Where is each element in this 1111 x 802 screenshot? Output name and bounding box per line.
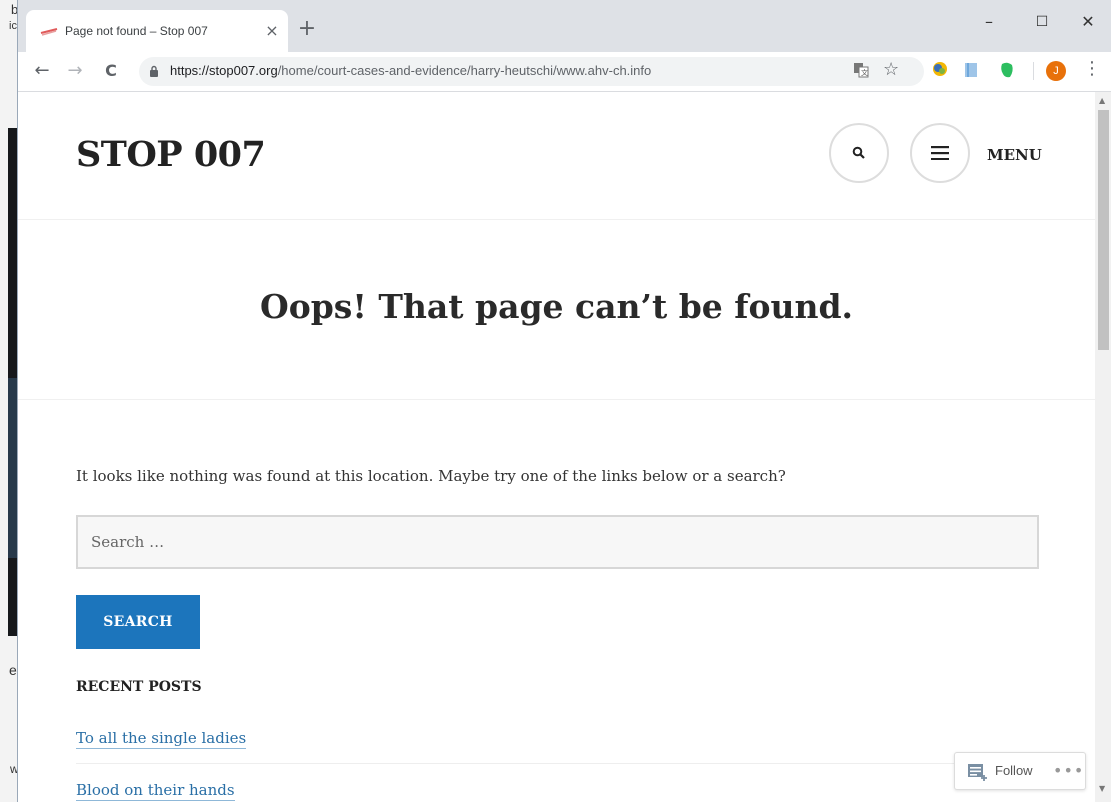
browser-toolbar: ← → C https://stop007.org/home/court-cas… bbox=[18, 52, 1111, 92]
minimize-button[interactable]: – bbox=[966, 8, 1012, 36]
desktop-window-edge bbox=[8, 128, 17, 636]
more-options-icon[interactable]: ••• bbox=[1053, 761, 1084, 780]
desktop-text: w bbox=[10, 762, 17, 776]
svg-text:文: 文 bbox=[861, 68, 868, 77]
not-found-notice: It looks like nothing was found at this … bbox=[76, 467, 786, 485]
page-scrollbar[interactable]: ▲ ▼ bbox=[1095, 92, 1111, 802]
search-button[interactable]: SEARCH bbox=[76, 595, 200, 649]
tab-strip: Page not found – Stop 007 × + – ☐ ✕ bbox=[18, 0, 1111, 52]
favicon-icon bbox=[40, 28, 58, 36]
follow-reader-icon bbox=[968, 764, 987, 781]
desktop-text: e bbox=[9, 662, 17, 678]
forward-button[interactable]: → bbox=[62, 58, 88, 84]
page-viewport: STOP 007 MENU Oops! That page can’t be f… bbox=[18, 92, 1095, 802]
browser-menu-icon[interactable]: ⋮ bbox=[1083, 58, 1101, 79]
extension-reader-icon[interactable] bbox=[964, 62, 978, 78]
maximize-button[interactable]: ☐ bbox=[1019, 8, 1065, 36]
url-host: https://stop007.org bbox=[170, 63, 278, 78]
follow-label: Follow bbox=[995, 763, 1033, 778]
reload-button[interactable]: C bbox=[98, 58, 124, 84]
translate-icon[interactable]: 文 bbox=[853, 62, 869, 78]
address-bar[interactable]: https://stop007.org/home/court-cases-and… bbox=[139, 57, 924, 86]
back-button[interactable]: ← bbox=[29, 58, 55, 84]
scroll-down-icon[interactable]: ▼ bbox=[1099, 784, 1105, 793]
tab-close-icon[interactable]: × bbox=[263, 21, 281, 40]
recent-post-link[interactable]: To all the single ladies bbox=[76, 729, 247, 749]
scrollbar-thumb[interactable] bbox=[1098, 110, 1109, 350]
browser-window: Page not found – Stop 007 × + – ☐ ✕ ← → … bbox=[17, 0, 1111, 802]
bookmark-star-icon[interactable]: ☆ bbox=[883, 59, 899, 80]
page-title: Oops! That page can’t be found. bbox=[259, 287, 854, 326]
url-path: /home/court-cases-and-evidence/harry-heu… bbox=[277, 63, 652, 78]
recent-post-link[interactable]: Blood on their hands bbox=[76, 781, 235, 801]
address-url: https://stop007.org/home/court-cases-and… bbox=[170, 63, 651, 78]
hamburger-icon bbox=[931, 146, 949, 160]
search-toggle-button[interactable] bbox=[829, 123, 889, 183]
menu-toggle-button[interactable] bbox=[910, 123, 970, 183]
follow-button[interactable]: Follow ••• bbox=[954, 752, 1086, 790]
profile-avatar[interactable]: J bbox=[1046, 61, 1066, 81]
header-divider bbox=[18, 219, 1095, 220]
recent-posts-title: RECENT POSTS bbox=[76, 679, 202, 695]
new-tab-button[interactable]: + bbox=[295, 18, 319, 40]
lock-icon bbox=[150, 65, 158, 77]
scroll-up-icon[interactable]: ▲ bbox=[1099, 96, 1105, 105]
title-divider bbox=[18, 399, 1095, 400]
desktop-text: ic bbox=[9, 20, 17, 32]
tab-page-not-found[interactable]: Page not found – Stop 007 × bbox=[26, 10, 288, 52]
extension-bird-icon[interactable] bbox=[931, 60, 949, 78]
post-divider bbox=[76, 763, 1039, 764]
evernote-icon[interactable] bbox=[999, 61, 1015, 79]
menu-label[interactable]: MENU bbox=[987, 146, 1042, 164]
toolbar-divider bbox=[1033, 62, 1034, 80]
desktop-background: b ic e w bbox=[0, 0, 17, 802]
search-input[interactable] bbox=[76, 515, 1039, 569]
close-window-button[interactable]: ✕ bbox=[1065, 8, 1111, 36]
search-icon bbox=[852, 146, 865, 159]
tab-title: Page not found – Stop 007 bbox=[65, 24, 208, 38]
site-title[interactable]: STOP 007 bbox=[76, 134, 266, 175]
